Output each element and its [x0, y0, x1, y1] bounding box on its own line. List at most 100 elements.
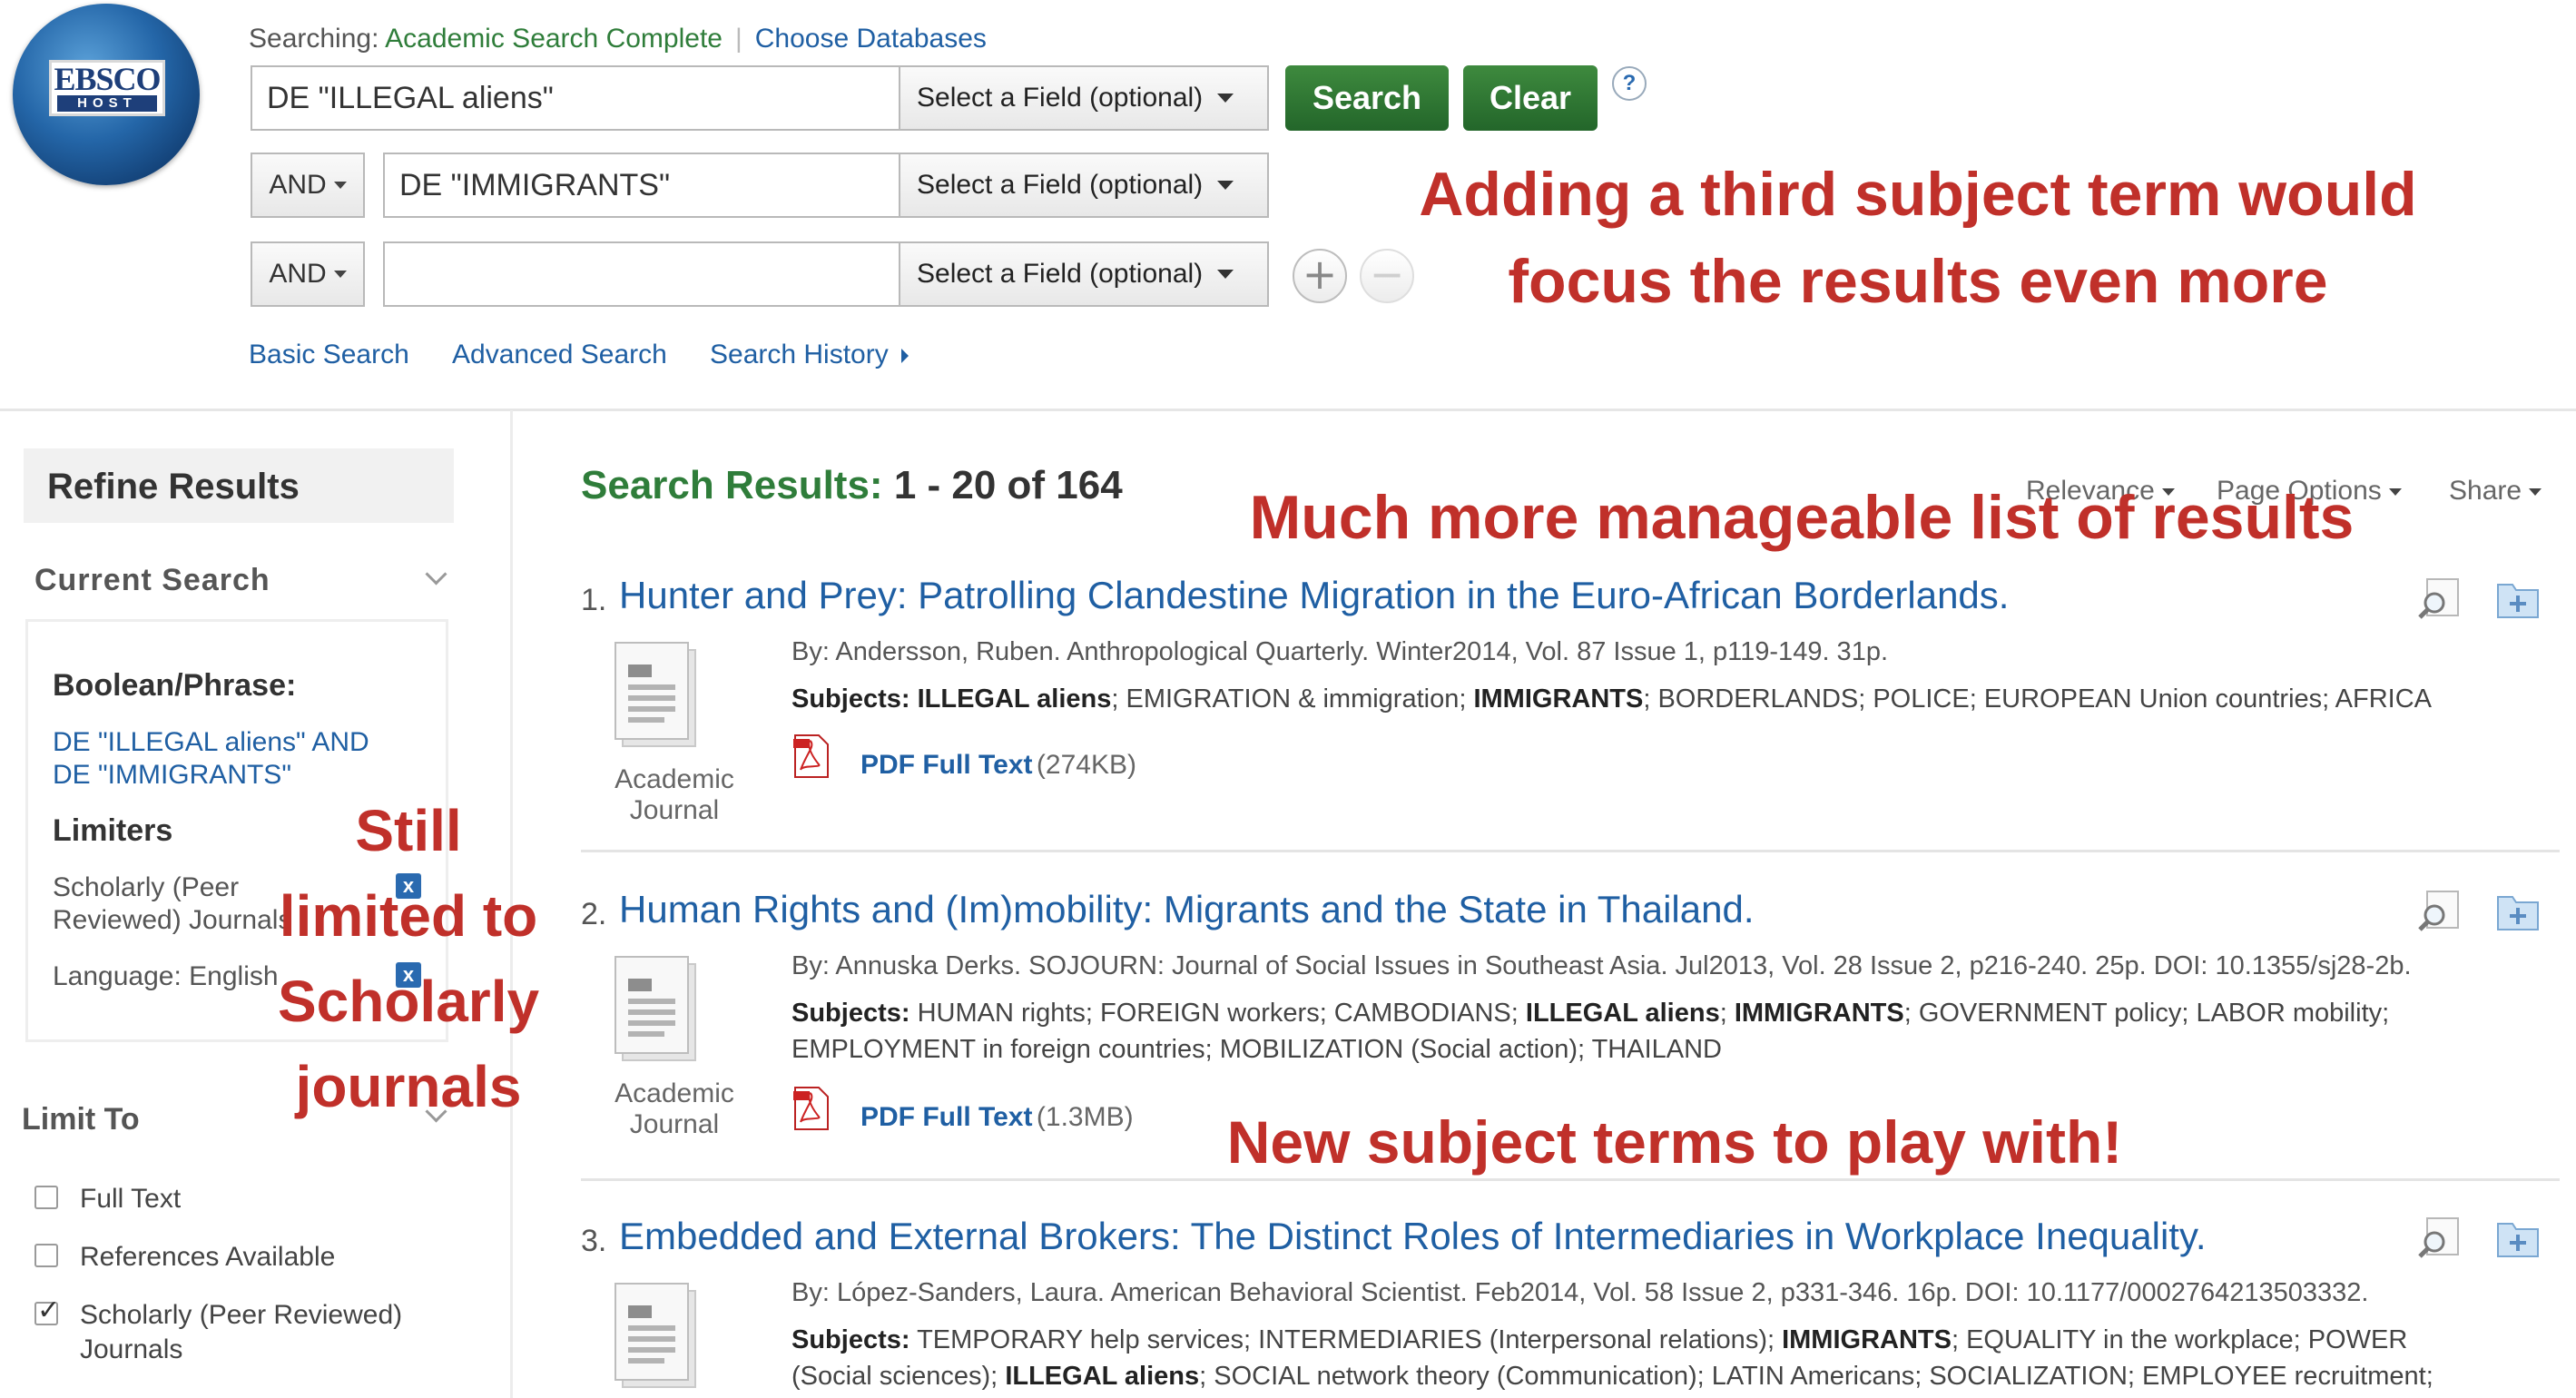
limit-to-label: Limit To: [22, 1102, 140, 1137]
full-text-checkbox[interactable]: [34, 1186, 58, 1209]
preview-magnifier-icon[interactable]: [2416, 1215, 2463, 1262]
subjects-label: Subjects:: [791, 999, 910, 1028]
dropdown-caret-icon: [333, 271, 347, 278]
result-divider: [581, 1178, 2560, 1181]
results-heading: Search Results: 1 - 20 of 164: [581, 463, 1123, 508]
subjects-text: HUMAN rights; FOREIGN workers; CAMBODIAN…: [917, 999, 2390, 1028]
boolean-operator-select-2[interactable]: AND: [251, 153, 365, 218]
searching-line: Searching: Academic Search Complete | Choo…: [249, 24, 987, 54]
field-select-3[interactable]: Select a Field (optional): [899, 241, 1269, 307]
dropdown-caret-icon: [2388, 488, 2402, 497]
result-subjects: Subjects: ILLEGAL aliens; EMIGRATION & i…: [791, 681, 2516, 717]
subjects-text: ILLEGAL aliens; EMIGRATION & immigration…: [917, 684, 2432, 714]
field-select-2[interactable]: Select a Field (optional): [899, 153, 1269, 218]
pdf-full-text[interactable]: PDF Full Text (274KB): [860, 750, 1136, 781]
logo-plate: EBSCO HOST: [49, 60, 165, 116]
refine-results-title: Refine Results: [47, 467, 300, 507]
publication-type-line: Journal: [629, 795, 720, 825]
dropdown-caret-icon: [2529, 488, 2542, 497]
field-select-label: Select a Field (optional): [917, 170, 1204, 200]
field-select-label: Select a Field (optional): [917, 259, 1204, 289]
preview-magnifier-icon[interactable]: [2416, 576, 2463, 623]
document-icon[interactable]: [610, 637, 710, 755]
pdf-full-text-link[interactable]: PDF Full Text: [860, 750, 1032, 780]
result-title-link[interactable]: Embedded and External Brokers: The Disti…: [619, 1215, 2207, 1258]
operator-label: AND: [269, 170, 327, 200]
pdf-icon[interactable]: [791, 733, 831, 779]
search-input-2[interactable]: DE "IMMIGRANTS": [383, 153, 900, 218]
annotation-still-scholarly: Still limited to Scholarly journals: [263, 788, 554, 1129]
result-meta: By: Annuska Derks. SOJOURN: Journal of S…: [791, 951, 2412, 980]
limiter-line: Scholarly (Peer: [53, 872, 240, 902]
scholarly-checkbox[interactable]: [34, 1295, 60, 1326]
boolean-phrase-line: DE "ILLEGAL aliens" AND: [53, 727, 369, 757]
chevron-down-icon[interactable]: [425, 563, 447, 586]
limiters-label: Limiters: [53, 813, 173, 848]
results-count: 1 - 20 of 164: [893, 463, 1123, 507]
pdf-size: (274KB): [1036, 750, 1136, 780]
operator-label: AND: [269, 259, 327, 289]
annotation-line: limited to: [279, 883, 538, 949]
publication-type-line: Academic: [615, 764, 734, 794]
references-available-checkbox[interactable]: [34, 1244, 58, 1267]
add-to-folder-icon[interactable]: [2494, 888, 2542, 935]
boolean-operator-select-3[interactable]: AND: [251, 241, 365, 307]
pdf-size: (1.3MB): [1036, 1102, 1134, 1132]
current-search-toggle[interactable]: Current Search: [34, 563, 270, 598]
references-available-label[interactable]: References Available: [80, 1240, 335, 1275]
document-icon[interactable]: [610, 951, 710, 1069]
boolean-phrase-value[interactable]: DE "ILLEGAL aliens" AND DE "IMMIGRANTS": [53, 726, 369, 792]
separator: |: [734, 24, 742, 54]
subjects-label: Subjects:: [791, 684, 910, 714]
help-icon[interactable]: ?: [1612, 66, 1647, 101]
results-label: Search Results:: [581, 463, 883, 507]
result-title-link[interactable]: Human Rights and (Im)mobility: Migrants …: [619, 888, 1754, 931]
full-text-label[interactable]: Full Text: [80, 1182, 181, 1216]
share-label: Share: [2449, 476, 2522, 506]
pdf-full-text[interactable]: PDF Full Text (1.3MB): [860, 1102, 1134, 1133]
result-subjects: Subjects: HUMAN rights; FOREIGN workers;…: [791, 995, 2534, 1068]
document-icon[interactable]: [610, 1278, 710, 1396]
search-history-link[interactable]: Search History: [710, 340, 909, 370]
search-button[interactable]: Search: [1285, 65, 1449, 131]
refine-results-header: Refine Results: [24, 448, 454, 523]
choose-databases-link[interactable]: Choose Databases: [755, 24, 987, 54]
dropdown-caret-icon: [1217, 270, 1234, 279]
search-history-label: Search History: [710, 340, 889, 369]
share-menu[interactable]: Share: [2449, 476, 2542, 507]
limiter-language: Language: English: [53, 961, 279, 991]
basic-search-link[interactable]: Basic Search: [249, 340, 409, 370]
result-subjects: Subjects: TEMPORARY help services; INTER…: [791, 1322, 2552, 1394]
logo-text-host: HOST: [57, 95, 157, 112]
dropdown-caret-icon: [1217, 94, 1234, 103]
advanced-search-link[interactable]: Advanced Search: [452, 340, 667, 370]
annotation-line: journals: [295, 1054, 522, 1119]
add-row-button[interactable]: +: [1293, 249, 1347, 303]
publication-type-line: Academic: [615, 1078, 734, 1108]
logo-text-ebsco: EBSCO: [54, 61, 161, 97]
annotation-line: Scholarly: [277, 969, 540, 1034]
boolean-phrase-line: DE "IMMIGRANTS": [53, 760, 291, 790]
current-search-label: Current Search: [34, 563, 270, 597]
add-to-folder-icon[interactable]: [2494, 576, 2542, 623]
boolean-phrase-label: Boolean/Phrase:: [53, 668, 297, 703]
search-input-3[interactable]: [383, 241, 900, 307]
ebscohost-logo[interactable]: EBSCO HOST: [13, 4, 200, 185]
result-number: 1.: [581, 583, 607, 617]
searching-label: Searching:: [249, 24, 379, 54]
field-select-1[interactable]: Select a Field (optional): [899, 65, 1269, 131]
pdf-full-text-link[interactable]: PDF Full Text: [860, 1102, 1032, 1132]
subjects-label: Subjects:: [791, 1325, 910, 1354]
pdf-icon[interactable]: [791, 1086, 831, 1131]
annotation-line: focus the results even more: [1508, 247, 2328, 316]
subjects-text-continued: EMPLOYMENT in foreign countries; MOBILIZ…: [791, 1035, 1722, 1064]
result-title-link[interactable]: Hunter and Prey: Patrolling Clandestine …: [619, 574, 2009, 617]
scholarly-label[interactable]: Scholarly (Peer Reviewed) Journals: [80, 1298, 402, 1367]
add-to-folder-icon[interactable]: [2494, 1215, 2542, 1262]
publication-type-line: Journal: [629, 1109, 720, 1139]
clear-button[interactable]: Clear: [1463, 65, 1598, 131]
limiter-line: Reviewed) Journals: [53, 905, 292, 935]
preview-magnifier-icon[interactable]: [2416, 888, 2463, 935]
search-input-1[interactable]: DE "ILLEGAL aliens": [251, 65, 900, 131]
result-number: 3.: [581, 1224, 607, 1258]
